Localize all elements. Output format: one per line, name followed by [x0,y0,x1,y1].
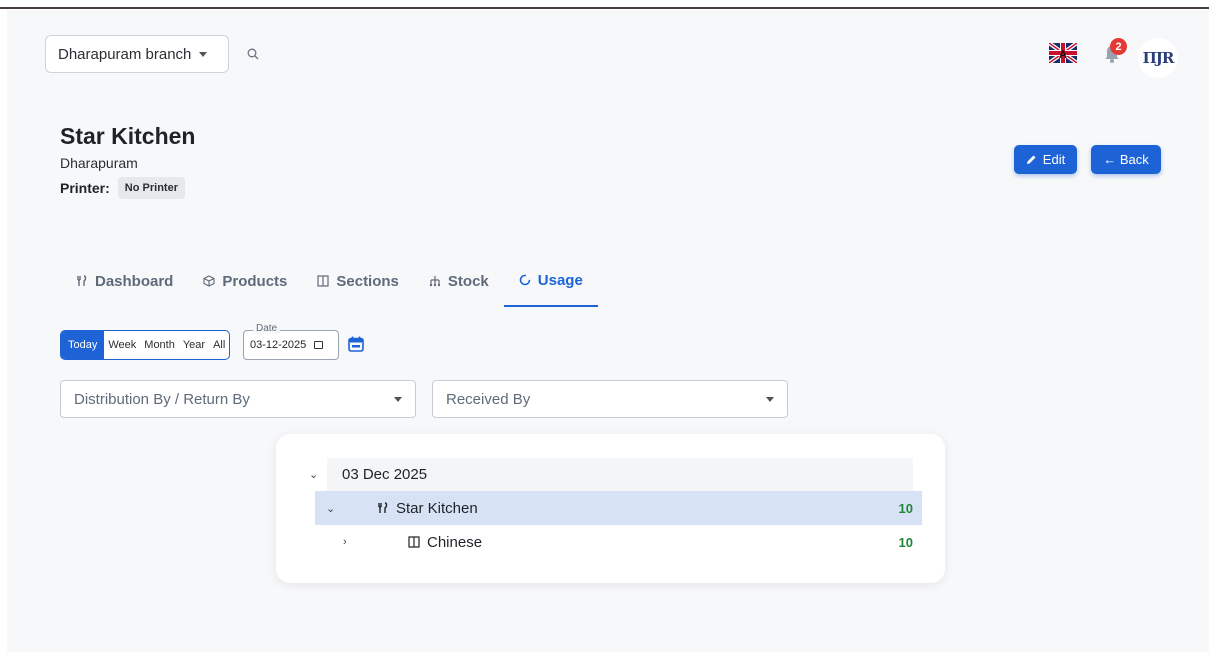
avatar-text: ΠJR [1142,49,1175,67]
printer-badge: No Printer [117,177,185,199]
back-button[interactable]: ← Back [1091,145,1161,174]
chevron-down-icon[interactable]: ⌄ [309,468,318,481]
tab-label: Sections [336,272,399,290]
caret-down-icon [199,51,208,57]
tab-stock[interactable]: Stock [414,255,504,307]
tree-row-date[interactable]: ⌄ 03 Dec 2025 [309,458,913,491]
top-border [0,0,1209,9]
columns-icon [317,275,329,287]
notification-badge: 2 [1110,38,1127,55]
period-year[interactable]: Year [179,331,209,359]
tree-kitchen-label: Star Kitchen [396,499,478,517]
svg-text:A: A [1059,49,1067,61]
columns-icon [408,536,420,548]
tab-products[interactable]: Products [188,255,302,307]
edit-button[interactable]: Edit [1014,145,1077,174]
date-label: Date [253,323,281,334]
search-icon[interactable] [247,48,259,60]
received-by-select[interactable]: Received By [432,380,788,418]
period-today[interactable]: Today [61,331,105,359]
sitemap-icon [429,276,441,287]
page: Dharapuram branch A 2 ΠJR Star Kitchen D… [7,10,1209,652]
utensils-icon [378,502,388,513]
page-title: Star Kitchen [60,123,196,149]
date-input[interactable]: 03-12-2025 [243,330,339,360]
distribution-by-select[interactable]: Distribution By / Return By [60,380,416,418]
tab-sections[interactable]: Sections [302,255,414,307]
calendar-icon[interactable] [348,336,364,352]
tab-label: Stock [447,272,489,290]
tree-kitchen-qty: 10 [898,500,913,516]
avatar[interactable]: ΠJR [1138,38,1178,78]
tab-usage[interactable]: Usage [503,255,598,307]
chevron-down-icon[interactable]: ⌄ [326,502,335,515]
tree-section-item: Chinese [408,534,482,551]
chevron-right-icon[interactable]: › [343,536,347,548]
period-all[interactable]: All [209,331,229,359]
tree-date-label: 03 Dec 2025 [342,466,428,483]
tab-label: Products [222,272,288,290]
distribution-by-placeholder: Distribution By / Return By [74,390,250,408]
printer-row: Printer: No Printer [60,177,185,199]
period-toggle: Today Week Month Year All [60,330,231,360]
branch-select-label: Dharapuram branch [58,45,192,63]
tab-label: Dashboard [95,272,174,290]
box-icon [203,275,215,287]
caret-down-icon [766,396,774,402]
period-month[interactable]: Month [140,331,179,359]
tree-row-section[interactable]: › Chinese 10 [315,525,922,559]
date-value: 03-12-2025 [250,339,307,351]
period-week[interactable]: Week [104,331,140,359]
tab-label: Usage [537,271,583,289]
printer-label: Printer: [60,180,110,196]
tab-dashboard[interactable]: Dashboard [61,255,188,307]
usage-tree: ⌄ 03 Dec 2025 ⌄ Star Kitchen 10 › Chines… [276,434,945,583]
tree-section-qty: 10 [898,534,913,550]
tree-section-label: Chinese [427,533,483,551]
received-by-placeholder: Received By [446,390,531,408]
uk-flag-icon[interactable]: A [1049,43,1077,63]
utensils-icon [77,275,87,286]
branch-select[interactable]: Dharapuram branch [45,35,229,73]
back-label: ← Back [1103,152,1149,167]
tree-kitchen-item: Star Kitchen [377,500,478,517]
pencil-icon [1026,155,1036,164]
circle-icon [519,274,531,286]
kitchen-location: Dharapuram [60,155,138,171]
tree-row-kitchen[interactable]: ⌄ Star Kitchen 10 [315,491,922,525]
edit-label: Edit [1042,152,1066,167]
caret-down-icon [394,396,402,402]
date-picker-icon[interactable] [314,341,324,349]
tab-bar: Dashboard Products Sections Stock Usage [61,255,598,307]
